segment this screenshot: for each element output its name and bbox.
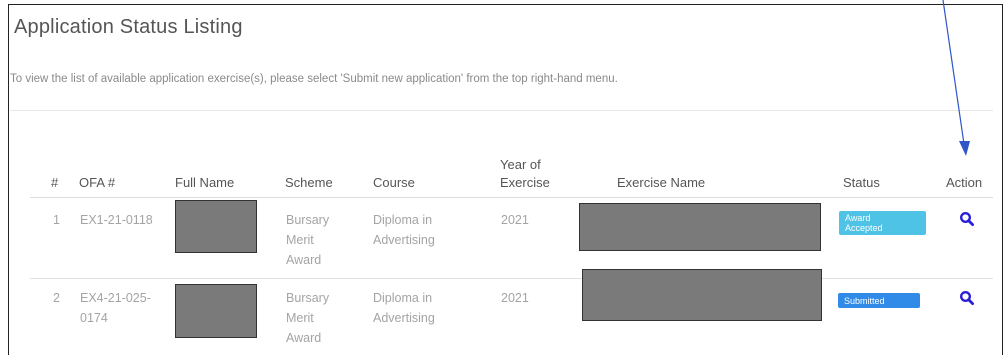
row-course: Diploma in Advertising (373, 288, 435, 328)
row-divider (30, 278, 993, 279)
page-title: Application Status Listing (14, 16, 243, 38)
header-course: Course (373, 175, 415, 190)
header-year-line1: Year of (500, 157, 541, 172)
redacted-full-name (175, 200, 257, 253)
ofa-line: 0174 (80, 311, 108, 325)
course-line: Advertising (373, 311, 435, 325)
section-divider (10, 110, 993, 111)
row-ofa-number: EX1-21-0118 (80, 210, 153, 230)
header-year: Year of Exercise (500, 156, 550, 192)
search-icon[interactable] (959, 290, 975, 306)
status-badge-line: Submitted (844, 295, 885, 306)
header-action: Action (946, 175, 983, 190)
row-number: 2 (53, 291, 60, 305)
row-year: 2021 (501, 213, 529, 227)
row-scheme: Bursary Merit Award (286, 210, 329, 270)
header-status: Status (843, 175, 880, 190)
redacted-full-name (175, 284, 257, 338)
row-ofa-number: EX4-21-025- 0174 (80, 288, 151, 328)
scheme-line: Award (286, 331, 322, 345)
course-line: Diploma in (373, 291, 433, 305)
scheme-line: Merit (286, 311, 314, 325)
redacted-exercise-name (582, 269, 822, 321)
header-scheme: Scheme (285, 175, 333, 190)
page-instructions: To view the list of available applicatio… (10, 73, 618, 85)
header-ofa: OFA # (79, 175, 116, 190)
redacted-exercise-name (579, 203, 821, 251)
ofa-line: EX1-21-0118 (80, 213, 153, 227)
row-scheme: Bursary Merit Award (286, 288, 329, 348)
row-course: Diploma in Advertising (373, 210, 435, 250)
header-num: # (51, 175, 59, 190)
scheme-line: Merit (286, 233, 314, 247)
header-year-line2: Exercise (500, 175, 550, 190)
status-badge-line: Award (845, 213, 871, 223)
scheme-line: Bursary (286, 291, 330, 305)
scheme-line: Award (286, 253, 322, 267)
course-line: Advertising (373, 233, 435, 247)
status-badge: Award Accepted (839, 211, 926, 235)
row-number: 1 (53, 213, 60, 227)
ofa-line: EX4-21-025- (80, 291, 151, 305)
status-badge-line: Accepted (845, 223, 883, 233)
course-line: Diploma in (373, 213, 433, 227)
row-year: 2021 (501, 291, 529, 305)
search-icon[interactable] (959, 211, 975, 227)
header-full-name: Full Name (175, 175, 235, 190)
status-badge: Submitted (838, 293, 920, 308)
header-exercise-name: Exercise Name (617, 175, 706, 190)
header-divider (30, 197, 993, 198)
scheme-line: Bursary (286, 213, 330, 227)
